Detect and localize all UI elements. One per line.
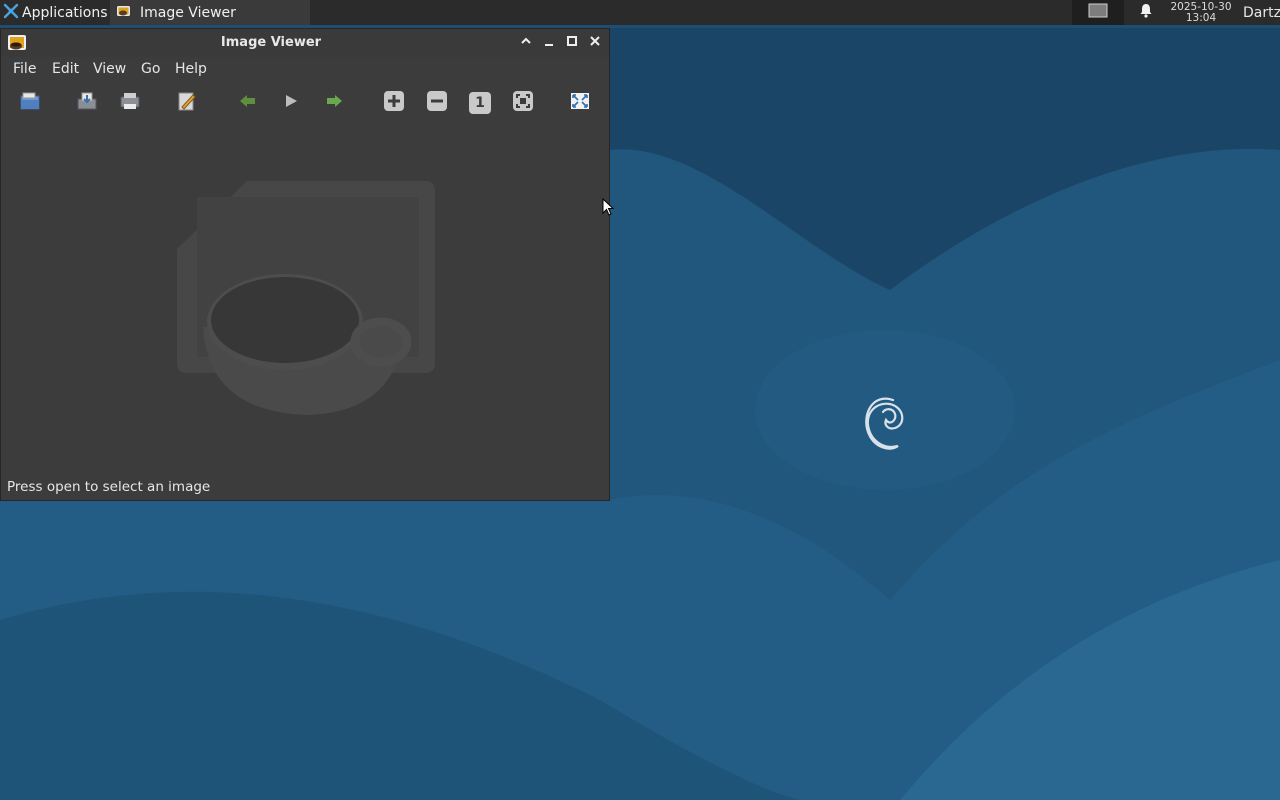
zoom-out-button[interactable] (422, 88, 452, 118)
zoom-in-button[interactable] (379, 88, 409, 118)
save-icon (76, 91, 98, 115)
empty-image-placeholder-icon (173, 177, 439, 426)
tray-display[interactable] (1072, 0, 1124, 25)
menu-edit[interactable]: Edit (52, 57, 79, 81)
menu-file[interactable]: File (13, 57, 36, 81)
play-button[interactable] (276, 88, 306, 118)
forward-icon (325, 93, 343, 113)
zoom-fit-icon (512, 90, 534, 116)
taskbar-item-image-viewer[interactable]: Image Viewer (110, 0, 310, 25)
zoom-out-icon (426, 90, 448, 116)
back-button[interactable] (233, 88, 263, 118)
window-title: Image Viewer (220, 35, 322, 50)
minimize-button[interactable] (541, 35, 557, 51)
forward-button[interactable] (319, 88, 349, 118)
top-panel: Applications ⁝ Image Viewer 2025-10-30 (0, 0, 1280, 25)
zoom-100-icon: 1 (469, 92, 491, 114)
minimize-icon (543, 35, 555, 51)
applications-label: Applications (22, 4, 108, 21)
print-button[interactable] (115, 88, 145, 118)
play-icon (283, 93, 299, 113)
fullscreen-icon (569, 90, 591, 116)
clock-time: 13:04 (1185, 11, 1217, 24)
display-icon (1088, 3, 1108, 23)
maximize-icon (566, 35, 578, 51)
zoom-in-icon (383, 90, 405, 116)
menu-help[interactable]: Help (175, 57, 207, 81)
chevron-up-icon (520, 35, 532, 51)
menu-bar: File Edit View Go Help (1, 57, 609, 81)
clock-date: 2025-10-30 (1170, 0, 1232, 13)
user-label: Dartz (1243, 4, 1280, 21)
save-button[interactable] (72, 88, 102, 118)
image-viewer-app-icon (116, 3, 132, 23)
window-titlebar[interactable]: Image Viewer (1, 29, 609, 57)
toolbar: 1 (1, 85, 609, 121)
status-bar: Press open to select an image (7, 479, 211, 495)
menu-go[interactable]: Go (141, 57, 160, 81)
open-icon (19, 91, 41, 115)
zoom-fit-button[interactable] (508, 88, 538, 118)
taskbar-item-label: Image Viewer (140, 4, 236, 21)
maximize-button[interactable] (564, 35, 580, 51)
applications-menu-button[interactable]: Applications ⁝ (0, 0, 116, 25)
edit-button[interactable] (172, 88, 202, 118)
bell-icon (1139, 3, 1153, 22)
menu-view[interactable]: View (93, 57, 126, 81)
open-button[interactable] (15, 88, 45, 118)
clock[interactable]: 2025-10-30 13:04 (1166, 0, 1236, 25)
fullscreen-button[interactable] (565, 88, 595, 118)
user-menu[interactable]: Dartz (1243, 0, 1280, 25)
notifications-button[interactable] (1136, 0, 1156, 25)
close-icon (589, 35, 601, 51)
edit-icon (176, 91, 198, 115)
xfce-logo-icon (3, 3, 19, 23)
zoom-100-button[interactable]: 1 (465, 88, 495, 118)
print-icon (119, 91, 141, 115)
shade-button[interactable] (518, 35, 534, 51)
close-button[interactable] (587, 35, 603, 51)
image-viewer-window: Image Viewer File Edit View Go Help 1 Pr… (0, 28, 610, 501)
back-icon (239, 93, 257, 113)
zoom-100-glyph: 1 (475, 95, 485, 111)
mouse-pointer-icon (602, 197, 615, 220)
image-viewport[interactable] (1, 125, 609, 475)
